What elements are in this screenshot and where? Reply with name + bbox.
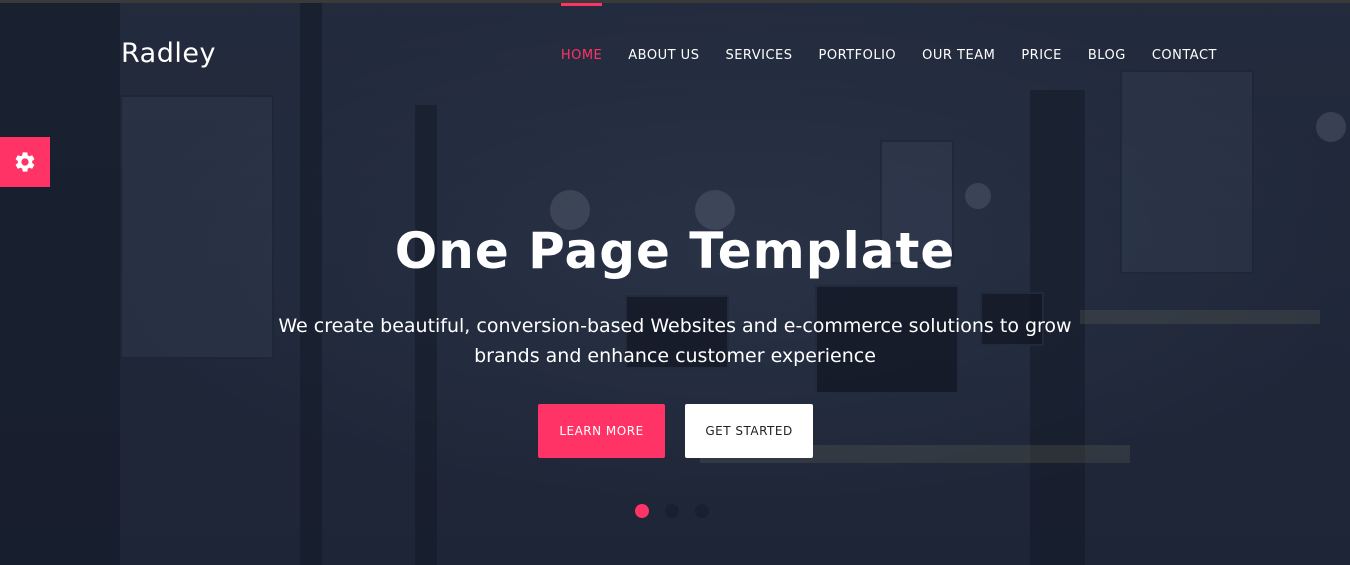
nav-item-home[interactable]: HOME bbox=[548, 3, 615, 63]
slider-dot-2[interactable] bbox=[665, 504, 679, 518]
slider-pagination bbox=[635, 504, 709, 518]
hero-overlay bbox=[0, 0, 1350, 565]
hero-section: Radley HOME ABOUT US SERVICES PORTFOLIO … bbox=[0, 0, 1350, 565]
nav-item-contact[interactable]: CONTACT bbox=[1139, 48, 1230, 63]
nav-item-blog[interactable]: BLOG bbox=[1075, 48, 1139, 63]
main-nav: HOME ABOUT US SERVICES PORTFOLIO OUR TEA… bbox=[548, 3, 1230, 63]
learn-more-button[interactable]: LEARN MORE bbox=[538, 404, 665, 458]
hero-title: One Page Template bbox=[394, 222, 956, 280]
top-border bbox=[0, 0, 1350, 3]
get-started-button[interactable]: GET STARTED bbox=[685, 404, 813, 458]
settings-toggle-button[interactable] bbox=[0, 137, 50, 187]
nav-item-our-team[interactable]: OUR TEAM bbox=[909, 48, 1008, 63]
nav-item-about-us[interactable]: ABOUT US bbox=[615, 48, 712, 63]
slider-dot-1[interactable] bbox=[635, 504, 649, 518]
nav-item-services[interactable]: SERVICES bbox=[712, 48, 805, 63]
slider-dot-3[interactable] bbox=[695, 504, 709, 518]
nav-item-portfolio[interactable]: PORTFOLIO bbox=[806, 48, 910, 63]
nav-item-price[interactable]: PRICE bbox=[1008, 48, 1075, 63]
gear-icon bbox=[15, 152, 35, 172]
brand-logo[interactable]: Radley bbox=[121, 38, 216, 69]
hero-subtitle: We create beautiful, conversion-based We… bbox=[278, 315, 1072, 367]
